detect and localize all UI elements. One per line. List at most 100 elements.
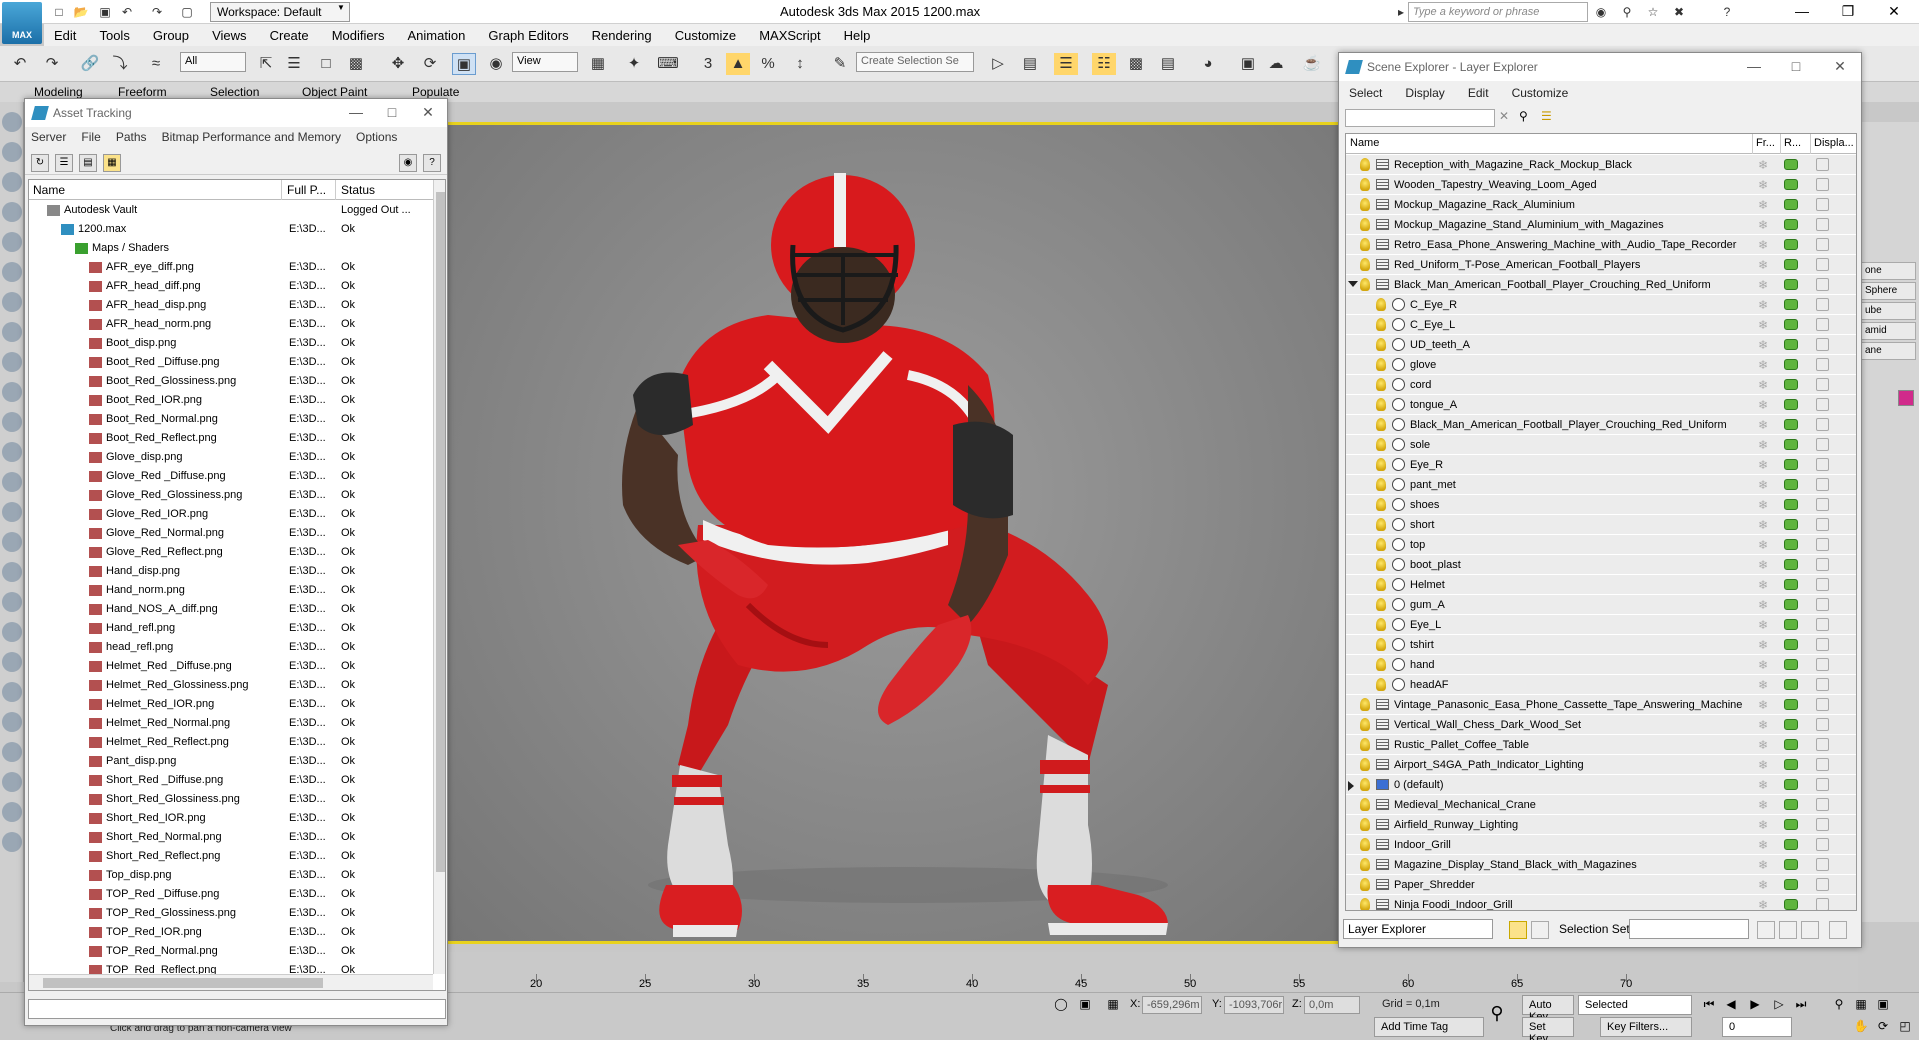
- freeze-icon[interactable]: ❄: [1758, 638, 1768, 652]
- freeze-icon[interactable]: ❄: [1758, 458, 1768, 472]
- asset-row[interactable]: 1200.max E:\3D... Ok: [29, 220, 433, 239]
- zoom-all-icon[interactable]: ▦: [1852, 997, 1870, 1013]
- asset-row[interactable]: Pant_disp.png E:\3D... Ok: [29, 752, 433, 771]
- maximize-icon[interactable]: □: [381, 104, 403, 122]
- key-filters-button[interactable]: Key Filters...: [1600, 1017, 1692, 1037]
- freeze-icon[interactable]: ❄: [1758, 678, 1768, 692]
- asset-row[interactable]: Short_Red_Normal.png E:\3D... Ok: [29, 828, 433, 847]
- renderable-teapot-icon[interactable]: [1784, 319, 1798, 330]
- asset-row[interactable]: Helmet_Red_Normal.png E:\3D... Ok: [29, 714, 433, 733]
- scale-icon[interactable]: ▣: [452, 53, 476, 75]
- absolute-mode-icon[interactable]: ▦: [1104, 997, 1122, 1013]
- next-frame-icon[interactable]: ▷: [1770, 997, 1788, 1013]
- asset-row[interactable]: Hand_refl.png E:\3D... Ok: [29, 619, 433, 638]
- layout-icon[interactable]: [2, 742, 22, 762]
- lightbulb-icon[interactable]: [1360, 158, 1370, 171]
- scene-row[interactable]: Vintage_Panasonic_Easa_Phone_Cassette_Ta…: [1346, 695, 1856, 715]
- asset-row[interactable]: Top_disp.png E:\3D... Ok: [29, 866, 433, 885]
- toggle-layer-explorer-icon[interactable]: ☷: [1092, 53, 1116, 75]
- asset-row[interactable]: Boot_Red_Reflect.png E:\3D... Ok: [29, 429, 433, 448]
- renderable-teapot-icon[interactable]: [1784, 659, 1798, 670]
- renderable-teapot-icon[interactable]: [1784, 179, 1798, 190]
- menu-modifiers[interactable]: Modifiers: [322, 24, 395, 47]
- renderable-teapot-icon[interactable]: [1784, 779, 1798, 790]
- object-color-swatch[interactable]: [1898, 390, 1914, 406]
- layout-icon[interactable]: [2, 712, 22, 732]
- display-as-box-icon[interactable]: [1816, 598, 1829, 611]
- lightbulb-icon[interactable]: [1376, 678, 1386, 691]
- curve-editor-icon[interactable]: ▤: [1156, 53, 1180, 75]
- clear-search-icon[interactable]: ✕: [1499, 109, 1515, 125]
- freeze-icon[interactable]: ❄: [1758, 318, 1768, 332]
- display-as-box-icon[interactable]: [1816, 898, 1829, 910]
- scene-row[interactable]: Wooden_Tapestry_Weaving_Loom_Aged ❄: [1346, 175, 1856, 195]
- scene-row[interactable]: gum_A ❄: [1346, 595, 1856, 615]
- renderable-teapot-icon[interactable]: [1784, 679, 1798, 690]
- layout-icon[interactable]: [2, 802, 22, 822]
- renderable-teapot-icon[interactable]: [1784, 859, 1798, 870]
- display-as-box-icon[interactable]: [1816, 698, 1829, 711]
- lightbulb-icon[interactable]: [1376, 378, 1386, 391]
- menu-edit[interactable]: Edit: [44, 24, 86, 47]
- asset-row[interactable]: head_refl.png E:\3D... Ok: [29, 638, 433, 657]
- display-as-box-icon[interactable]: [1816, 438, 1829, 451]
- asset-row[interactable]: Boot_disp.png E:\3D... Ok: [29, 334, 433, 353]
- renderable-teapot-icon[interactable]: [1784, 879, 1798, 890]
- renderable-teapot-icon[interactable]: [1784, 379, 1798, 390]
- scrollbar-thumb[interactable]: [43, 978, 323, 988]
- layout-icon[interactable]: [2, 442, 22, 462]
- scene-row[interactable]: Medieval_Mechanical_Crane ❄: [1346, 795, 1856, 815]
- asset-row[interactable]: Boot_Red_Glossiness.png E:\3D... Ok: [29, 372, 433, 391]
- renderable-teapot-icon[interactable]: [1784, 599, 1798, 610]
- layout-icon[interactable]: [2, 682, 22, 702]
- display-as-box-icon[interactable]: [1816, 298, 1829, 311]
- renderable-teapot-icon[interactable]: [1784, 579, 1798, 590]
- freeze-icon[interactable]: ❄: [1758, 178, 1768, 192]
- renderable-teapot-icon[interactable]: [1784, 419, 1798, 430]
- asset-row[interactable]: Boot_Red _Diffuse.png E:\3D... Ok: [29, 353, 433, 372]
- previous-frame-icon[interactable]: ◀: [1722, 997, 1740, 1013]
- toggle-scene-explorer-icon[interactable]: ☰: [1054, 53, 1078, 75]
- timeline-ruler[interactable]: 20 25 30 35 40 45 50 55 60 65 70: [448, 952, 1858, 992]
- lightbulb-icon[interactable]: [1376, 658, 1386, 671]
- help-icon[interactable]: ?: [1718, 3, 1736, 21]
- lightbulb-icon[interactable]: [1376, 498, 1386, 511]
- scene-row[interactable]: sole ❄: [1346, 435, 1856, 455]
- column-name[interactable]: Name: [1350, 137, 1379, 149]
- scene-row[interactable]: boot_plast ❄: [1346, 555, 1856, 575]
- asset-row[interactable]: Short_Red_Reflect.png E:\3D... Ok: [29, 847, 433, 866]
- ribbon-toggle-icon[interactable]: ▩: [1124, 53, 1148, 75]
- menu-customize[interactable]: Customize: [1502, 83, 1579, 103]
- collapse-triangle-icon[interactable]: [1348, 281, 1358, 287]
- orbit-icon[interactable]: ⟳: [1874, 1019, 1892, 1035]
- display-as-box-icon[interactable]: [1816, 178, 1829, 191]
- percent-snap-icon[interactable]: %: [756, 53, 780, 75]
- lightbulb-icon[interactable]: [1360, 698, 1370, 711]
- scene-row[interactable]: headAF ❄: [1346, 675, 1856, 695]
- renderable-teapot-icon[interactable]: [1784, 279, 1798, 290]
- scene-row[interactable]: Mockup_Magazine_Rack_Aluminium ❄: [1346, 195, 1856, 215]
- project-folder-icon[interactable]: ▢: [178, 3, 196, 21]
- column-divider[interactable]: [1780, 134, 1781, 154]
- lightbulb-icon[interactable]: [1360, 818, 1370, 831]
- column-display[interactable]: Displa...: [1814, 137, 1854, 149]
- edit-named-selection-icon[interactable]: ✎: [828, 53, 852, 75]
- column-divider[interactable]: [1752, 134, 1753, 154]
- vault-settings-icon[interactable]: ◉: [399, 154, 417, 172]
- display-as-box-icon[interactable]: [1816, 338, 1829, 351]
- tab-object-paint[interactable]: Object Paint: [302, 85, 367, 99]
- column-frozen[interactable]: Fr...: [1756, 137, 1775, 149]
- minimize-icon[interactable]: —: [1782, 2, 1822, 22]
- freeze-icon[interactable]: ❄: [1758, 578, 1768, 592]
- zoom-icon[interactable]: ⚲: [1830, 997, 1848, 1013]
- renderable-teapot-icon[interactable]: [1784, 299, 1798, 310]
- lightbulb-icon[interactable]: [1360, 758, 1370, 771]
- renderable-teapot-icon[interactable]: [1784, 539, 1798, 550]
- key-set-dropdown[interactable]: Selected: [1578, 995, 1692, 1015]
- redo-icon[interactable]: ↷: [40, 53, 64, 75]
- create-plane-button[interactable]: ane: [1860, 342, 1916, 360]
- freeze-icon[interactable]: ❄: [1758, 798, 1768, 812]
- freeze-icon[interactable]: ❄: [1758, 278, 1768, 292]
- layout-icon[interactable]: [2, 532, 22, 552]
- lightbulb-icon[interactable]: [1360, 738, 1370, 751]
